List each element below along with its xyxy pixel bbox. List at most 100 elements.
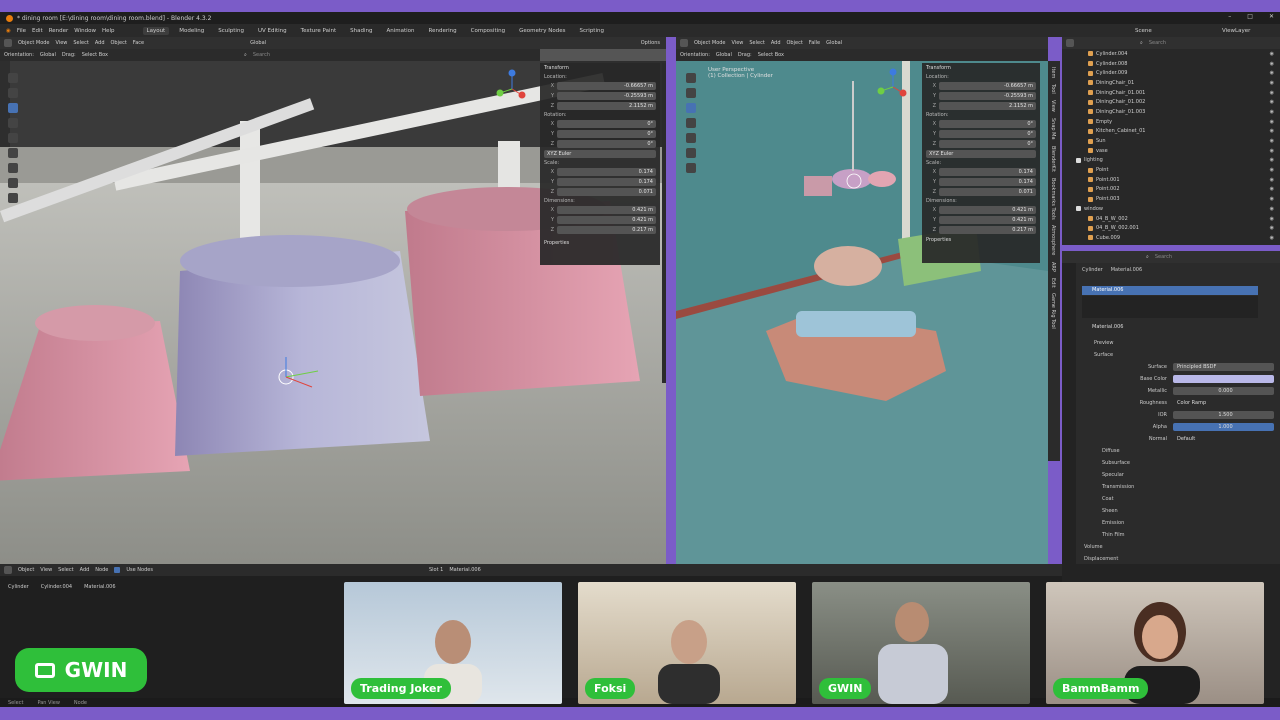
rotation-y-field[interactable]: 0° — [939, 130, 1036, 138]
outliner-search-field[interactable]: Search — [1149, 40, 1166, 46]
visibility-eye-icon[interactable]: ◉ — [1270, 177, 1274, 183]
scale-tool-icon[interactable] — [686, 133, 696, 143]
outliner-item[interactable]: vase ◉ — [1062, 146, 1280, 156]
search-icon[interactable]: ⌕ — [244, 52, 247, 58]
menu-add[interactable]: Add — [95, 40, 105, 46]
sidebar-tab-blenderkit[interactable]: BlenderKit — [1050, 146, 1056, 172]
cursor-tool-icon[interactable] — [8, 88, 18, 98]
right-viewport[interactable]: Object Mode View Select Add Object Falle… — [676, 37, 1048, 564]
menu-file[interactable]: File — [17, 28, 26, 34]
menu-object[interactable]: Object — [111, 40, 127, 46]
visibility-eye-icon[interactable]: ◉ — [1270, 80, 1274, 86]
visibility-eye-icon[interactable]: ◉ — [1270, 225, 1274, 231]
outliner-item[interactable]: Cube.009 ◉ — [1062, 233, 1280, 243]
visibility-eye-icon[interactable]: ◉ — [1270, 119, 1274, 125]
surface-subsection[interactable]: Diffuse — [1078, 445, 1274, 457]
displacement-section[interactable]: Displacement — [1078, 553, 1274, 564]
editor-type-icon[interactable] — [4, 39, 12, 47]
sidebar-tab-edit[interactable]: Edit — [1050, 278, 1056, 288]
rotate-tool-icon[interactable] — [8, 118, 18, 128]
menu-falle[interactable]: Falle — [809, 40, 820, 46]
menu-select[interactable]: Select — [749, 40, 764, 46]
surface-subsection[interactable]: Subsurface — [1078, 457, 1274, 469]
workspace-tab-geometry-nodes[interactable]: Geometry Nodes — [515, 27, 569, 35]
workspace-tab-sculpting[interactable]: Sculpting — [214, 27, 248, 35]
rotate-tool-icon[interactable] — [686, 118, 696, 128]
search-icon[interactable]: ⌕ — [1140, 40, 1143, 46]
menu-window[interactable]: Window — [74, 28, 96, 34]
orientation-dropdown[interactable]: Global — [716, 52, 732, 58]
visibility-eye-icon[interactable]: ◉ — [1270, 99, 1274, 105]
visibility-eye-icon[interactable]: ◉ — [1270, 206, 1274, 212]
menu-view[interactable]: View — [732, 40, 744, 46]
rotation-mode-dropdown[interactable]: XYZ Euler — [926, 150, 1036, 158]
location-z-field[interactable]: 2.1152 m — [939, 102, 1036, 110]
location-y-field[interactable]: -0.25593 m — [557, 92, 656, 100]
menu-select[interactable]: Select — [58, 567, 73, 573]
dimensions-x-field[interactable]: 0.421 m — [939, 206, 1036, 214]
drag-dropdown[interactable]: Select Box — [758, 52, 784, 58]
move-tool-icon[interactable] — [8, 103, 18, 113]
menu-help[interactable]: Help — [102, 28, 115, 34]
outliner-item[interactable]: DiningChair_01 ◉ — [1062, 78, 1280, 88]
surface-subsection[interactable]: Thin Film — [1078, 529, 1274, 541]
navigation-gizmo-icon[interactable] — [873, 67, 913, 107]
menu-node[interactable]: Node — [95, 567, 108, 573]
menu-add[interactable]: Add — [80, 567, 90, 573]
outliner-item[interactable]: Cylinder.004 ◉ — [1062, 49, 1280, 59]
visibility-eye-icon[interactable]: ◉ — [1270, 167, 1274, 173]
material-slot-selected[interactable]: Material.006 — [1082, 286, 1258, 295]
menu-select[interactable]: Select — [73, 40, 88, 46]
rotation-y-field[interactable]: 0° — [557, 130, 656, 138]
surface-section[interactable]: Surface — [1078, 349, 1274, 361]
scale-y-field[interactable]: 0.174 — [939, 178, 1036, 186]
sidebar-tab-game-rig[interactable]: Game Rig Tool — [1050, 293, 1056, 329]
location-y-field[interactable]: -0.25593 m — [939, 92, 1036, 100]
slot-dropdown[interactable]: Slot 1 — [429, 567, 443, 573]
roughness-link[interactable]: Color Ramp — [1173, 399, 1274, 407]
outliner-item[interactable]: DiningChair_01.002 ◉ — [1062, 97, 1280, 107]
dimensions-z-field[interactable]: 0.217 m — [557, 226, 656, 234]
outliner-item[interactable]: Sun ◉ — [1062, 136, 1280, 146]
annotate-tool-icon[interactable] — [686, 148, 696, 158]
transform-tool-icon[interactable] — [8, 148, 18, 158]
scene-selector[interactable]: Scene — [1135, 28, 1152, 34]
workspace-tab-modeling[interactable]: Modeling — [175, 27, 208, 35]
sidebar-tab-arp[interactable]: ARP — [1050, 262, 1056, 272]
visibility-eye-icon[interactable]: ◉ — [1270, 157, 1274, 163]
material-dropdown[interactable]: Material.006 — [449, 567, 480, 573]
rotation-z-field[interactable]: 0° — [939, 140, 1036, 148]
visibility-eye-icon[interactable]: ◉ — [1270, 138, 1274, 144]
transform-orientation[interactable]: Global — [826, 40, 842, 46]
outliner-item[interactable]: Cylinder.008 ◉ — [1062, 59, 1280, 69]
menu-object[interactable]: Object — [787, 40, 803, 46]
menu-edit[interactable]: Edit — [32, 28, 43, 34]
menu-render[interactable]: Render — [49, 28, 69, 34]
options-button[interactable]: Options — [641, 40, 660, 46]
tweak-tool-icon[interactable] — [8, 73, 18, 83]
visibility-eye-icon[interactable]: ◉ — [1270, 90, 1274, 96]
search-field[interactable]: Search — [253, 52, 270, 58]
workspace-tab-animation[interactable]: Animation — [382, 27, 418, 35]
outliner-item[interactable]: Point.001 ◉ — [1062, 175, 1280, 185]
left-viewport[interactable]: Object Mode View Select Add Object Face … — [0, 37, 666, 564]
normal-field[interactable]: Default — [1173, 435, 1274, 443]
surface-subsection[interactable]: Sheen — [1078, 505, 1274, 517]
maximize-button[interactable]: □ — [1247, 13, 1253, 20]
location-x-field[interactable]: -0.66657 m — [939, 82, 1036, 90]
close-button[interactable]: ✕ — [1269, 13, 1274, 20]
outliner-item[interactable]: Point ◉ — [1062, 165, 1280, 175]
surface-shader-dropdown[interactable]: Principled BSDF — [1173, 363, 1274, 371]
properties-subpanel[interactable]: Properties — [922, 235, 1040, 245]
workspace-tab-layout[interactable]: Layout — [142, 26, 170, 35]
editor-type-icon[interactable] — [680, 39, 688, 47]
navigation-gizmo-icon[interactable] — [492, 69, 532, 109]
scale-y-field[interactable]: 0.174 — [557, 178, 656, 186]
workspace-tab-rendering[interactable]: Rendering — [425, 27, 461, 35]
scale-tool-icon[interactable] — [8, 133, 18, 143]
minimize-button[interactable]: – — [1228, 13, 1231, 20]
outliner-item[interactable]: Point.002 ◉ — [1062, 185, 1280, 195]
surface-subsection[interactable]: Transmission — [1078, 481, 1274, 493]
alpha-field[interactable]: 1.000 — [1173, 423, 1274, 431]
outliner-item[interactable]: DiningChair_01.001 ◉ — [1062, 88, 1280, 98]
